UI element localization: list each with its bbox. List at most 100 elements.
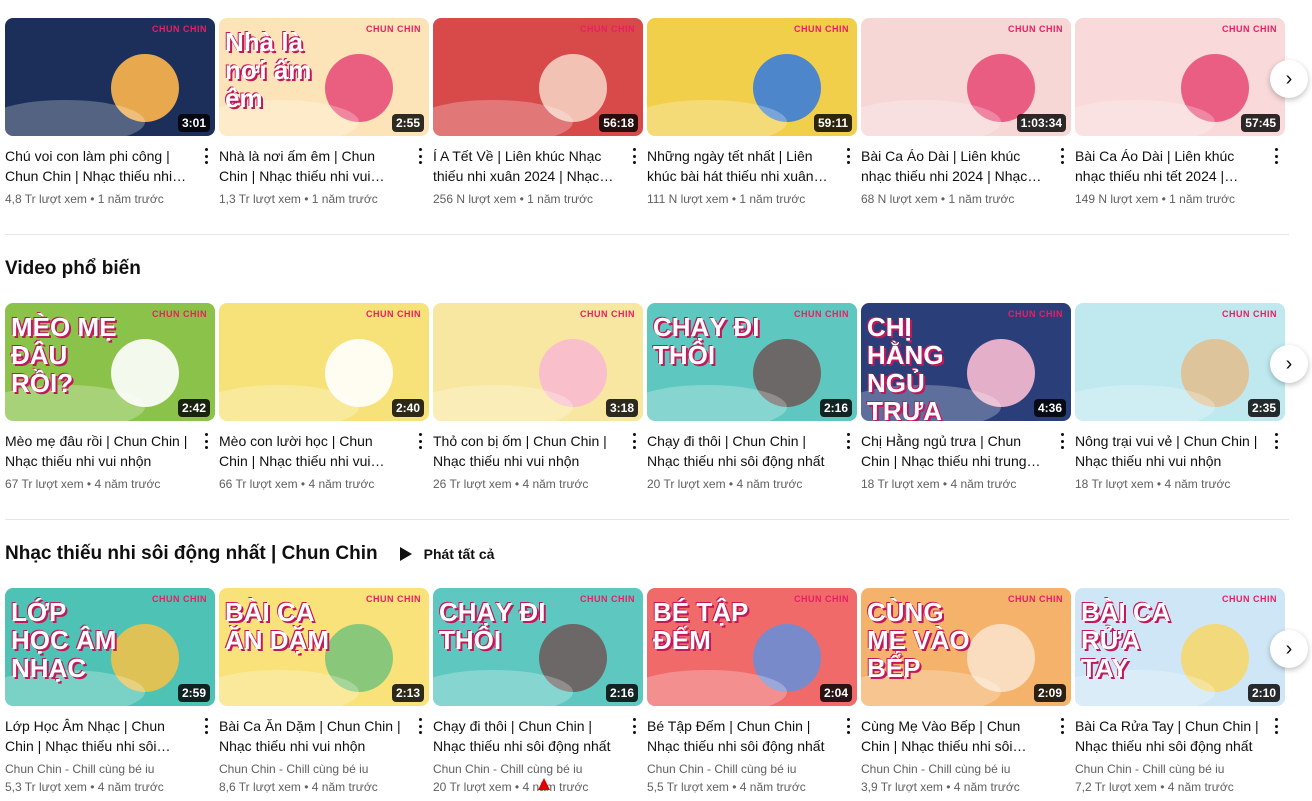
video-thumbnail[interactable]: CHUN CHIN CHẠY ĐI THÔI 2:16 <box>647 303 857 421</box>
video-card[interactable]: CHUN CHIN CHẠY ĐI THÔI 2:16 Chạy đi thôi | … <box>433 588 643 796</box>
video-title[interactable]: Chị Hằng ngủ trưa | Chun Chin | Nhạc thi… <box>861 431 1047 471</box>
video-card[interactable]: CHUN CHIN 2:35 Nông trại vui vẻ | Chun Chi… <box>1075 303 1285 493</box>
video-thumbnail[interactable]: CHUN CHIN LỚP HỌC ÂM NHẠC 2:59 <box>5 588 215 706</box>
video-card[interactable]: CHUN CHIN CÙNG MẸ VÀO BẾP 2:09 Cùng Mẹ Vào … <box>861 588 1071 796</box>
shelf-recent-uploads: CHUN CHIN 3:01 Chú voi con làm phi công | … <box>5 18 1308 218</box>
more-vert-icon[interactable] <box>631 433 637 449</box>
video-thumbnail[interactable]: CHUN CHIN 1:03:34 <box>861 18 1071 136</box>
duration-badge: 3:01 <box>177 114 210 132</box>
duration-badge: 1:03:34 <box>1016 114 1066 132</box>
channel-name[interactable]: Chun Chin - Chill cùng bé iu <box>647 760 833 778</box>
video-thumbnail[interactable]: CHUN CHIN 3:01 <box>5 18 215 136</box>
video-thumbnail[interactable]: CHUN CHIN 2:40 <box>219 303 429 421</box>
video-thumbnail[interactable]: CHUN CHIN BÀI CA ĂN DẶM 2:13 <box>219 588 429 706</box>
video-card[interactable]: CHUN CHIN 59:11 Những ngày tết nhất | Liên… <box>647 18 857 208</box>
video-title[interactable]: Bài Ca Rửa Tay | Chun Chin | Nhạc thiếu … <box>1075 716 1261 756</box>
video-title[interactable]: Bài Ca Áo Dài | Liên khúc nhạc thiếu nhi… <box>1075 146 1261 186</box>
video-title[interactable]: Bé Tập Đếm | Chun Chin | Nhạc thiếu nhi … <box>647 716 833 756</box>
thumbnail-caption: CHỊ HẰNG NGỦ TRƯA <box>867 312 944 421</box>
video-title[interactable]: Những ngày tết nhất | Liên khúc bài hát … <box>647 146 833 186</box>
channel-name[interactable]: Chun Chin - Chill cùng bé iu <box>861 760 1047 778</box>
video-title[interactable]: Mèo mẹ đâu rồi | Chun Chin | Nhạc thiếu … <box>5 431 191 471</box>
video-stats: 20 Tr lượt xem • 4 năm trước <box>647 477 803 491</box>
shelf-next-button[interactable]: › <box>1270 60 1308 98</box>
duration-badge: 2:16 <box>819 399 852 417</box>
video-thumbnail[interactable]: CHUN CHIN 2:35 <box>1075 303 1285 421</box>
video-card[interactable]: CHUN CHIN 1:03:34 Bài Ca Áo Dài | Liên khú… <box>861 18 1071 208</box>
video-card[interactable]: CHUN CHIN Nhà là nơi ấm êm 2:55 Nhà là nơi … <box>219 18 429 208</box>
shelf-next-button[interactable]: › <box>1270 345 1308 383</box>
play-all-button[interactable]: Phát tất cả <box>399 546 494 562</box>
channel-name[interactable]: Chun Chin - Chill cùng bé iu <box>1075 760 1261 778</box>
video-title[interactable]: Chạy đi thôi | Chun Chin | Nhạc thiếu nh… <box>647 431 833 471</box>
video-card[interactable]: CHUN CHIN 3:18 Thỏ con bị ốm | Chun Chin |… <box>433 303 643 493</box>
video-card[interactable]: CHUN CHIN BÀI CA ĂN DẶM 2:13 Bài Ca Ăn Dặm … <box>219 588 429 796</box>
video-card[interactable]: CHUN CHIN CHỊ HẰNG NGỦ TRƯA 4:36 Chị Hằng n… <box>861 303 1071 493</box>
shelf-title[interactable]: Nhạc thiếu nhi sôi động nhất | Chun Chin <box>5 543 378 565</box>
video-card[interactable]: CHUN CHIN 3:01 Chú voi con làm phi công | … <box>5 18 215 208</box>
video-title[interactable]: Bài Ca Ăn Dặm | Chun Chin | Nhạc thiếu n… <box>219 716 405 756</box>
more-vert-icon[interactable] <box>631 718 637 734</box>
video-title[interactable]: Thỏ con bị ốm | Chun Chin | Nhạc thiếu n… <box>433 431 619 471</box>
video-title[interactable]: Mèo con lười học | Chun Chin | Nhạc thiế… <box>219 431 405 471</box>
video-card[interactable]: CHUN CHIN CHẠY ĐI THÔI 2:16 Chạy đi thôi | … <box>647 303 857 493</box>
video-title[interactable]: Lớp Học Âm Nhạc | Chun Chin | Nhạc thiếu… <box>5 716 191 756</box>
more-vert-icon[interactable] <box>1273 433 1279 449</box>
thumbnail-caption: Nhà là nơi ấm êm <box>225 27 312 113</box>
more-vert-icon[interactable] <box>203 718 209 734</box>
video-thumbnail[interactable]: CHUN CHIN 56:18 <box>433 18 643 136</box>
video-title[interactable]: Bài Ca Áo Dài | Liên khúc nhạc thiếu nhi… <box>861 146 1047 186</box>
video-title[interactable]: Nông trại vui vẻ | Chun Chin | Nhạc thiế… <box>1075 431 1261 471</box>
more-vert-icon[interactable] <box>1059 433 1065 449</box>
channel-name[interactable]: Chun Chin - Chill cùng bé iu <box>433 760 619 778</box>
more-vert-icon[interactable] <box>417 433 423 449</box>
video-meta: Bài Ca Áo Dài | Liên khúc nhạc thiếu nhi… <box>1075 146 1285 208</box>
video-title[interactable]: Nhà là nơi ấm êm | Chun Chin | Nhạc thiế… <box>219 146 405 186</box>
thumbnail-caption: LỚP HỌC ÂM NHẠC <box>11 597 117 683</box>
more-vert-icon[interactable] <box>203 148 209 164</box>
video-thumbnail[interactable]: CHUN CHIN CHỊ HẰNG NGỦ TRƯA 4:36 <box>861 303 1071 421</box>
more-vert-icon[interactable] <box>417 718 423 734</box>
video-card[interactable]: CHUN CHIN BÀI CA RỬA TAY 2:10 Bài Ca Rửa Ta… <box>1075 588 1285 796</box>
brand-label: CHUN CHIN <box>1222 594 1277 604</box>
video-card[interactable]: CHUN CHIN 57:45 Bài Ca Áo Dài | Liên khúc … <box>1075 18 1285 208</box>
video-meta: Chú voi con làm phi công | Chun Chin | N… <box>5 146 215 208</box>
more-vert-icon[interactable] <box>845 718 851 734</box>
more-vert-icon[interactable] <box>1273 148 1279 164</box>
more-vert-icon[interactable] <box>845 433 851 449</box>
channel-name[interactable]: Chun Chin - Chill cùng bé iu <box>5 760 191 778</box>
video-thumbnail[interactable]: CHUN CHIN 57:45 <box>1075 18 1285 136</box>
video-title[interactable]: Í A Tết Về | Liên khúc Nhạc thiếu nhi xu… <box>433 146 619 186</box>
video-title[interactable]: Cùng Mẹ Vào Bếp | Chun Chin | Nhạc thiếu… <box>861 716 1047 756</box>
video-card[interactable]: CHUN CHIN MÈO MẸ ĐÂU RỒI? 2:42 Mèo mẹ đâu r… <box>5 303 215 493</box>
video-card[interactable]: CHUN CHIN BÉ TẬP ĐẾM 2:04 Bé Tập Đếm | Chun… <box>647 588 857 796</box>
video-title[interactable]: Chú voi con làm phi công | Chun Chin | N… <box>5 146 191 186</box>
more-vert-icon[interactable] <box>631 148 637 164</box>
video-thumbnail[interactable]: CHUN CHIN BÀI CA RỬA TAY 2:10 <box>1075 588 1285 706</box>
video-card[interactable]: CHUN CHIN 56:18 Í A Tết Về | Liên khúc Nhạ… <box>433 18 643 208</box>
video-thumbnail[interactable]: CHUN CHIN CÙNG MẸ VÀO BẾP 2:09 <box>861 588 1071 706</box>
more-vert-icon[interactable] <box>1059 148 1065 164</box>
brand-label: CHUN CHIN <box>794 594 849 604</box>
shelf-title[interactable]: Video phổ biến <box>5 258 141 280</box>
channel-name[interactable]: Chun Chin - Chill cùng bé iu <box>219 760 405 778</box>
video-thumbnail[interactable]: CHUN CHIN CHẠY ĐI THÔI 2:16 <box>433 588 643 706</box>
video-thumbnail[interactable]: CHUN CHIN MÈO MẸ ĐÂU RỒI? 2:42 <box>5 303 215 421</box>
more-vert-icon[interactable] <box>1273 718 1279 734</box>
video-title[interactable]: Chạy đi thôi | Chun Chin | Nhạc thiếu nh… <box>433 716 619 756</box>
more-vert-icon[interactable] <box>417 148 423 164</box>
thumbnail-caption: BÉ TẬP ĐẾM <box>653 597 748 655</box>
duration-badge: 59:11 <box>813 114 852 132</box>
video-meta: Bài Ca Rửa Tay | Chun Chin | Nhạc thiếu … <box>1075 716 1285 796</box>
video-card[interactable]: CHUN CHIN 2:40 Mèo con lười học | Chun Chi… <box>219 303 429 493</box>
more-vert-icon[interactable] <box>203 433 209 449</box>
video-meta: Bài Ca Ăn Dặm | Chun Chin | Nhạc thiếu n… <box>219 716 429 796</box>
more-vert-icon[interactable] <box>845 148 851 164</box>
shelf-next-button[interactable]: › <box>1270 630 1308 668</box>
more-vert-icon[interactable] <box>1059 718 1065 734</box>
video-thumbnail[interactable]: CHUN CHIN BÉ TẬP ĐẾM 2:04 <box>647 588 857 706</box>
video-thumbnail[interactable]: CHUN CHIN 59:11 <box>647 18 857 136</box>
video-thumbnail[interactable]: CHUN CHIN Nhà là nơi ấm êm 2:55 <box>219 18 429 136</box>
video-card[interactable]: CHUN CHIN LỚP HỌC ÂM NHẠC 2:59 Lớp Học Âm N… <box>5 588 215 796</box>
video-thumbnail[interactable]: CHUN CHIN 3:18 <box>433 303 643 421</box>
